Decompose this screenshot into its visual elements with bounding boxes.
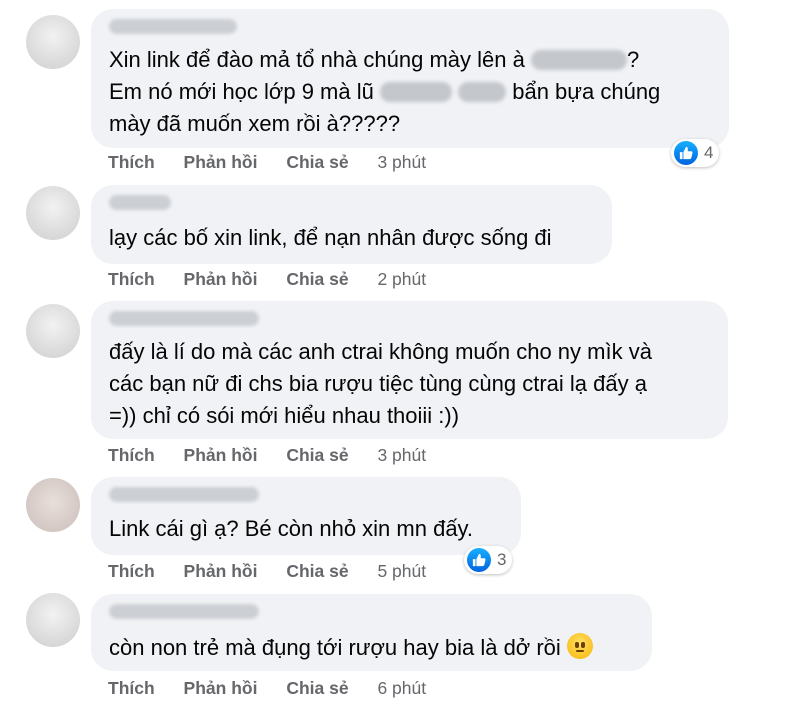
comment-bubble: còn non trẻ mà đụng tới rượu hay bia là … [91, 594, 652, 671]
reaction-count[interactable]: 3 [464, 546, 513, 574]
timestamp[interactable]: 6 phút [377, 678, 426, 698]
like-button[interactable]: Thích [108, 269, 155, 289]
comment-text: =)) chỉ có sói mới hiểu nhau thoiii :)) [109, 403, 460, 428]
reply-button[interactable]: Phản hồi [184, 445, 258, 465]
timestamp[interactable]: 3 phút [377, 152, 426, 172]
comment-text: lạy các bố xin link, để nạn nhân được số… [109, 225, 552, 250]
avatar[interactable] [26, 593, 80, 647]
comment-actions: Thích Phản hồi Chia sẻ 3 phút [108, 445, 426, 466]
like-button[interactable]: Thích [108, 445, 155, 465]
comment-text: Link cái gì ạ? Bé còn nhỏ xin mn đấy. [109, 516, 474, 541]
blurred-text [379, 82, 452, 102]
author-name-blurred[interactable] [109, 19, 237, 34]
like-button[interactable]: Thích [108, 561, 155, 581]
comment-text: đấy là lí do mà các anh ctrai không muốn… [109, 339, 652, 364]
comment-text: Xin link để đào mả tổ nhà chúng mày lên … [109, 47, 640, 72]
author-name-blurred[interactable] [109, 195, 171, 210]
avatar[interactable] [26, 15, 80, 69]
reply-button[interactable]: Phản hồi [184, 269, 258, 289]
comment-actions: Thích Phản hồi Chia sẻ 5 phút [108, 561, 426, 582]
share-button[interactable]: Chia sẻ [286, 561, 348, 581]
blurred-text [530, 50, 627, 70]
reply-button[interactable]: Phản hồi [184, 152, 258, 172]
comment-bubble: đấy là lí do mà các anh ctrai không muốn… [91, 301, 728, 439]
like-button[interactable]: Thích [108, 152, 155, 172]
like-icon [467, 548, 491, 572]
comment-bubble: lạy các bố xin link, để nạn nhân được số… [91, 185, 612, 264]
timestamp[interactable]: 3 phút [377, 445, 426, 465]
comment-bubble: Xin link để đào mả tổ nhà chúng mày lên … [91, 9, 729, 148]
share-button[interactable]: Chia sẻ [286, 678, 348, 698]
neutral-face-emoji [566, 633, 593, 659]
timestamp[interactable]: 2 phút [377, 269, 426, 289]
comment-text: còn non trẻ mà đụng tới rượu hay bia là … [109, 632, 593, 664]
author-name-blurred[interactable] [109, 487, 259, 502]
reaction-count[interactable]: 4 [671, 139, 720, 167]
reply-button[interactable]: Phản hồi [184, 561, 258, 581]
author-name-blurred[interactable] [109, 311, 259, 326]
avatar[interactable] [26, 304, 80, 358]
author-name-blurred[interactable] [109, 604, 259, 619]
comment-text: các bạn nữ đi chs bia rượu tiệc tùng cùn… [109, 371, 647, 396]
share-button[interactable]: Chia sẻ [286, 152, 348, 172]
blurred-text [458, 82, 507, 102]
like-button[interactable]: Thích [108, 678, 155, 698]
like-icon [674, 141, 698, 165]
comment-text: mày đã muốn xem rồi à????? [109, 111, 401, 136]
comment-bubble: Link cái gì ạ? Bé còn nhỏ xin mn đấy. [91, 477, 521, 555]
comment-actions: Thích Phản hồi Chia sẻ 2 phút [108, 269, 426, 290]
avatar[interactable] [26, 478, 80, 532]
comment-text: Em nó mới học lớp 9 mà lũ bẩn bựa chúng [109, 79, 661, 104]
reply-button[interactable]: Phản hồi [184, 678, 258, 698]
timestamp[interactable]: 5 phút [377, 561, 426, 581]
share-button[interactable]: Chia sẻ [286, 269, 348, 289]
avatar[interactable] [26, 186, 80, 240]
comment-actions: Thích Phản hồi Chia sẻ 3 phút [108, 152, 426, 173]
share-button[interactable]: Chia sẻ [286, 445, 348, 465]
comment-actions: Thích Phản hồi Chia sẻ 6 phút [108, 678, 426, 699]
